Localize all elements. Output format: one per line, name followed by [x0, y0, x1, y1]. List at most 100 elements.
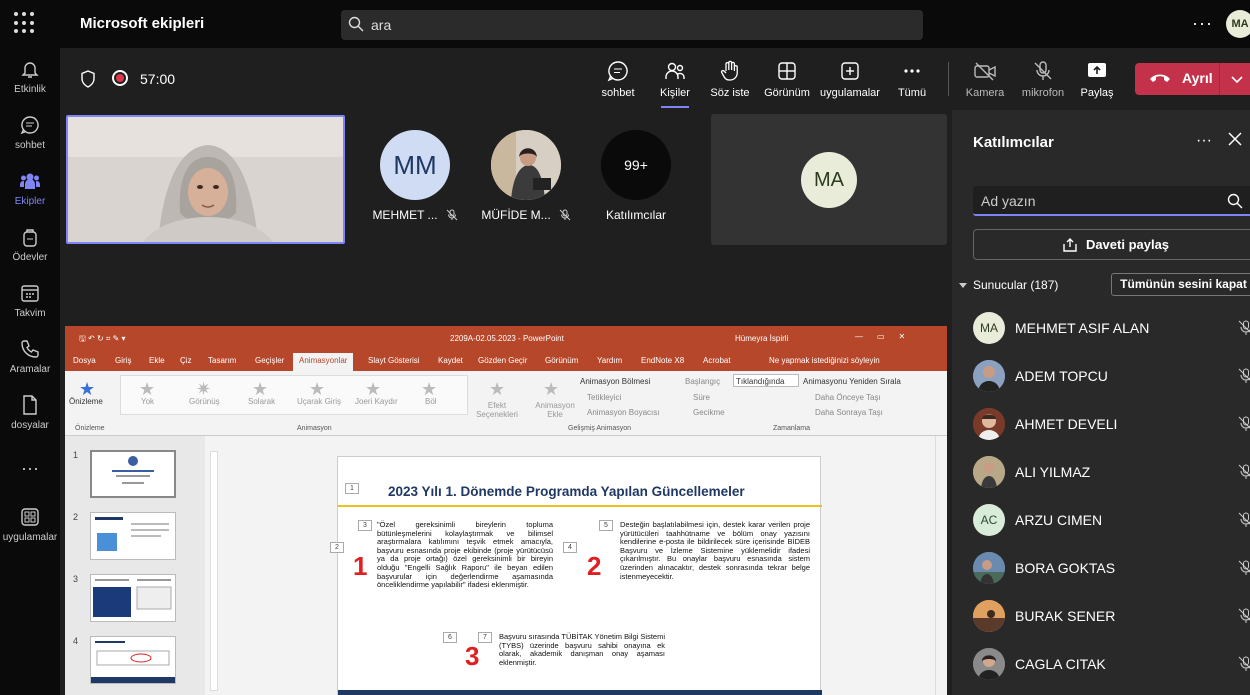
- participant-row[interactable]: MA MEHMET ASIF ALAN: [973, 308, 1250, 348]
- chevron-down-icon[interactable]: [1229, 71, 1245, 87]
- trigger-button[interactable]: Tetikleyici: [587, 393, 621, 402]
- effect-fly-in[interactable]: Uçarak Giriş: [297, 397, 341, 406]
- view-button[interactable]: Görünüm: [762, 60, 812, 99]
- pinned-video-tile[interactable]: [66, 115, 345, 244]
- ppt-tab[interactable]: Yardım: [597, 356, 622, 365]
- vertical-scrollbar[interactable]: [935, 436, 947, 695]
- participant-search-input[interactable]: [981, 191, 1211, 211]
- avatar: [973, 600, 1005, 632]
- effect-fade[interactable]: Solarak: [248, 397, 275, 406]
- add-animation-button[interactable]: Animasyon Ekle: [533, 401, 577, 419]
- apps-icon: [21, 508, 39, 526]
- move-later-button[interactable]: Daha Sonraya Taşı: [815, 408, 883, 417]
- group-label: Gelişmiş Animasyon: [568, 425, 632, 432]
- apps-button[interactable]: uygulamalar: [818, 60, 882, 99]
- rail-calendar[interactable]: Takvim: [0, 282, 60, 319]
- panel-more-icon[interactable]: ···: [1196, 132, 1212, 150]
- ppt-tab[interactable]: Görünüm: [545, 356, 578, 365]
- participant-row[interactable]: ADEM TOPCU: [973, 356, 1250, 396]
- search-box[interactable]: ara: [341, 10, 923, 40]
- ppt-tab[interactable]: Ekle: [149, 356, 165, 365]
- participant-row[interactable]: BORA GOKTAS: [973, 548, 1250, 588]
- effect-split[interactable]: Böl: [425, 397, 437, 406]
- mic-off-icon: [1238, 512, 1250, 527]
- effect-appear[interactable]: Görünüş: [189, 397, 220, 406]
- shield-icon[interactable]: [80, 70, 96, 88]
- ppt-tab[interactable]: Geçişler: [255, 356, 284, 365]
- presenters-section-toggle[interactable]: Sunucular (187): [959, 278, 1058, 292]
- more-actions-button[interactable]: Tümü: [895, 60, 929, 99]
- start-select[interactable]: Tıklandığında: [733, 374, 799, 387]
- slide-thumbnail[interactable]: [90, 636, 176, 684]
- more-participants-tile[interactable]: 99+ Katılımcılar: [586, 130, 686, 222]
- ppt-tab[interactable]: Kaydet: [438, 356, 463, 365]
- camera-button[interactable]: Kamera: [965, 60, 1005, 99]
- more-options-icon[interactable]: ···: [1192, 13, 1213, 34]
- ppt-tab[interactable]: EndNote X8: [641, 356, 684, 365]
- share-button[interactable]: Paylaş: [1080, 60, 1114, 99]
- rail-chat[interactable]: sohbet: [0, 114, 60, 151]
- ppt-tab-active[interactable]: Animasyonlar: [293, 353, 354, 371]
- avatar: AC: [973, 504, 1005, 536]
- effect-float[interactable]: Joeri Kaydır: [355, 397, 398, 406]
- ppt-tab[interactable]: Çiz: [180, 356, 192, 365]
- ppt-tab[interactable]: Acrobat: [703, 356, 731, 365]
- animation-gallery: [120, 375, 468, 415]
- grid-view-icon: [778, 62, 796, 80]
- slide-number: 3: [73, 574, 79, 584]
- animation-painter-button[interactable]: Animasyon Boyacısı: [587, 408, 659, 417]
- user-avatar[interactable]: MA: [1226, 10, 1250, 38]
- move-earlier-button[interactable]: Daha Önceye Taşı: [815, 393, 881, 402]
- participant-tile[interactable]: MÜFİDE M...: [476, 130, 576, 222]
- ppt-tab[interactable]: Dosya: [73, 356, 96, 365]
- chat-button[interactable]: sohbet: [600, 60, 636, 99]
- slide-thumbnail[interactable]: [90, 450, 176, 498]
- slide-thumbnail[interactable]: [90, 512, 176, 560]
- animation-marker: 4: [563, 542, 577, 553]
- preview-button[interactable]: Önizleme: [69, 397, 103, 406]
- effect-none[interactable]: Yok: [141, 397, 154, 406]
- vertical-ruler: [210, 451, 218, 691]
- rail-label: Etkinlik: [14, 84, 46, 95]
- slide-footer-bar: [338, 690, 822, 695]
- animation-pane-button[interactable]: Animasyon Bölmesi: [580, 377, 650, 386]
- add-animation-icon: ★: [543, 379, 560, 399]
- mic-off-icon: [1238, 560, 1250, 575]
- app-launcher-icon[interactable]: [14, 12, 36, 34]
- participant-row[interactable]: BURAK SENER: [973, 596, 1250, 636]
- slide-thumbnail[interactable]: [90, 574, 176, 622]
- slide-canvas[interactable]: 2023 Yılı 1. Dönemde Programda Yapılan G…: [330, 456, 822, 695]
- participant-row[interactable]: CAGLA CITAK: [973, 644, 1250, 684]
- participant-tile[interactable]: MM MEHMET ...: [365, 130, 465, 222]
- share-invite-button[interactable]: Daveti paylaş: [973, 229, 1250, 260]
- ppt-tab[interactable]: Tasarım: [208, 356, 236, 365]
- rail-files[interactable]: dosyalar: [0, 394, 60, 431]
- slide-thumbnail-preview: [112, 456, 154, 484]
- close-icon[interactable]: [1228, 132, 1242, 146]
- ppt-tell-me[interactable]: Ne yapmak istediğinizi söyleyin: [769, 356, 880, 365]
- search-icon[interactable]: [1227, 193, 1243, 209]
- participant-video-tile[interactable]: MA: [711, 114, 947, 245]
- participant-row[interactable]: ALI YILMAZ: [973, 452, 1250, 492]
- slide-thumbnail-pane: 1 2 3 4: [65, 436, 205, 695]
- meeting-timer: 57:00: [140, 71, 176, 87]
- ppt-tab[interactable]: Giriş: [115, 356, 131, 365]
- rail-apps[interactable]: uygulamalar: [0, 506, 60, 543]
- mute-all-button[interactable]: Tümünün sesini kapat: [1111, 273, 1250, 296]
- rail-calls[interactable]: Aramalar: [0, 338, 60, 375]
- leave-button[interactable]: Ayrıl: [1135, 63, 1250, 95]
- people-button[interactable]: Kişiler: [657, 60, 693, 108]
- raise-hand-button[interactable]: Söz iste: [710, 60, 750, 99]
- ppt-tab[interactable]: Slayt Gösterisi: [368, 356, 420, 365]
- effect-options-button[interactable]: Efekt Seçenekleri: [475, 401, 519, 419]
- rail-assignments[interactable]: Ödevler: [0, 226, 60, 263]
- rail-more-icon[interactable]: ···: [0, 458, 60, 479]
- participant-row[interactable]: AHMET DEVELI: [973, 404, 1250, 444]
- rail-activity[interactable]: Etkinlik: [0, 58, 60, 95]
- ppt-tab[interactable]: Gözden Geçir: [478, 356, 527, 365]
- rail-teams[interactable]: Ekipler: [0, 170, 60, 207]
- title-underline: [338, 505, 822, 507]
- participant-row[interactable]: AC ARZU CIMEN: [973, 500, 1250, 540]
- participant-name: ALI YILMAZ: [1015, 464, 1091, 480]
- mic-button[interactable]: mikrofon: [1018, 60, 1068, 99]
